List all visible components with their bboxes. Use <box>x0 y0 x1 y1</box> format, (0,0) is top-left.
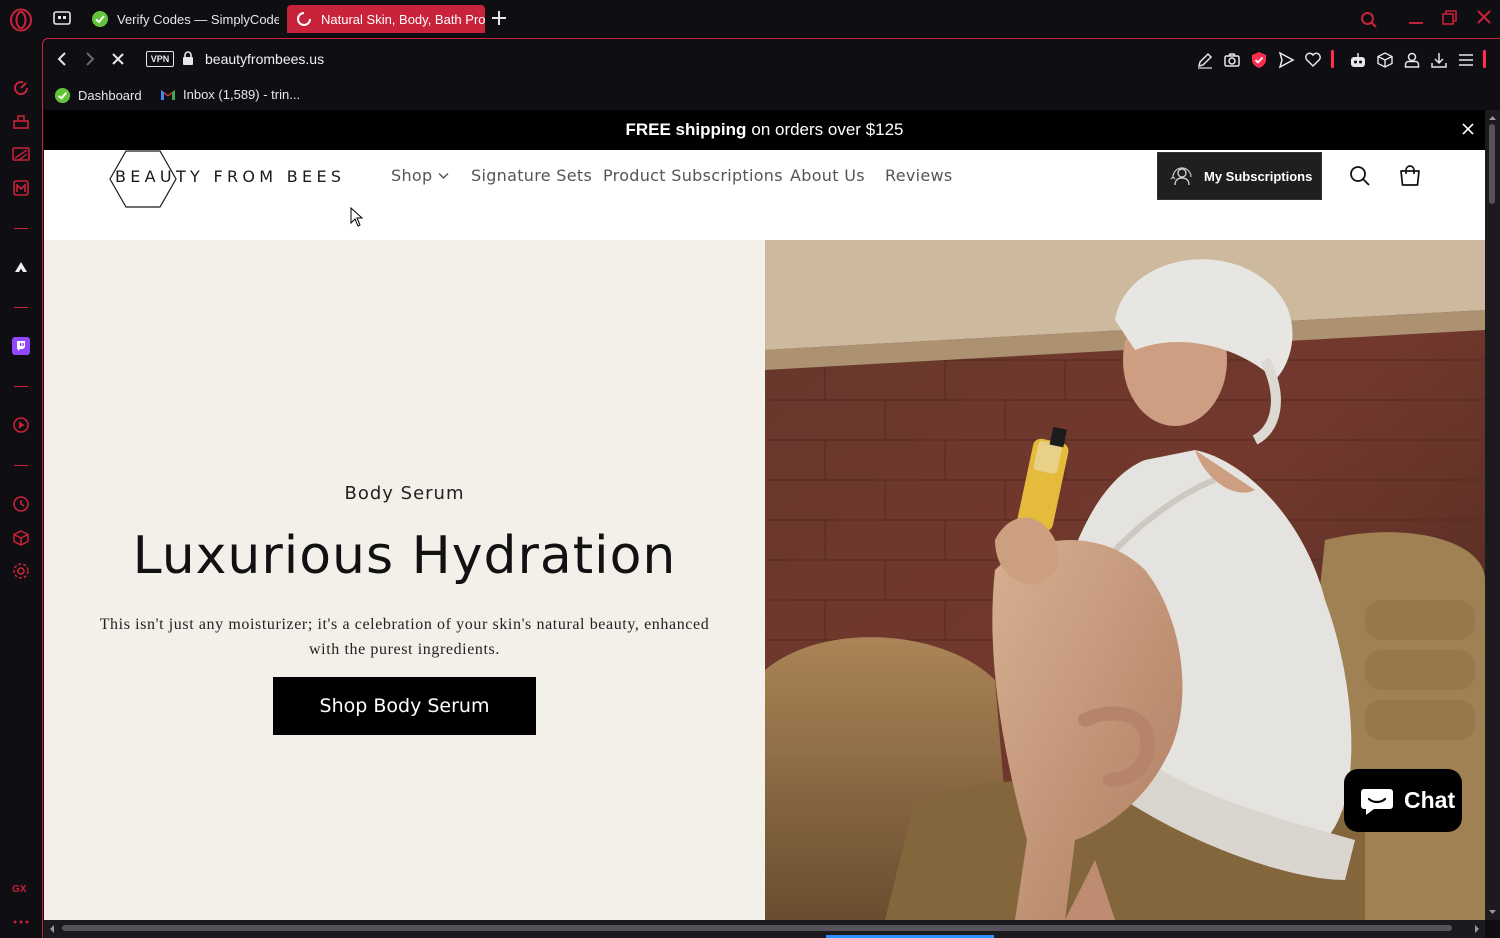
adblock-shield-icon[interactable] <box>1250 51 1268 69</box>
gx-control-icon[interactable] <box>11 78 31 98</box>
announcement-highlight: FREE shipping <box>625 120 747 139</box>
subscriptions-user-icon <box>1170 165 1194 187</box>
url-field[interactable]: beautyfrombees.us <box>205 51 324 67</box>
address-bar: VPN beautyfrombees.us <box>43 39 1500 81</box>
simplycodes-icon <box>54 87 71 104</box>
vertical-scroll-thumb[interactable] <box>1489 124 1495 204</box>
horizontal-scrollbar[interactable] <box>44 920 1485 938</box>
gx-corner-icon[interactable] <box>11 144 31 164</box>
hero-title: Luxurious Hydration <box>132 526 677 586</box>
back-arrow-icon[interactable] <box>55 51 69 67</box>
chat-bubble-icon <box>1360 786 1394 816</box>
aria-ai-icon[interactable] <box>11 257 31 277</box>
download-icon[interactable] <box>1430 51 1448 69</box>
easy-setup-menu-icon[interactable] <box>1457 51 1475 69</box>
extensions-box-icon[interactable] <box>1376 51 1394 69</box>
send-flow-icon[interactable] <box>1277 51 1295 69</box>
scroll-down-icon[interactable] <box>1485 906 1500 918</box>
nav-about-us[interactable]: About Us <box>790 166 865 185</box>
mouse-cursor-icon <box>350 207 364 227</box>
tab-simplycodes[interactable]: Verify Codes — SimplyCodes <box>83 5 279 33</box>
chevron-down-icon[interactable] <box>438 172 449 180</box>
gmail-icon <box>160 88 176 101</box>
search-icon[interactable] <box>1349 165 1371 187</box>
gx-logo-icon[interactable]: GX <box>11 878 31 898</box>
simplycodes-favicon-icon <box>91 10 109 28</box>
new-tab-plus-icon[interactable] <box>489 8 509 28</box>
close-window-icon[interactable] <box>1475 8 1493 28</box>
site-logo[interactable]: BEAUTY FROM BEES <box>108 150 358 210</box>
hero-eyebrow: Body Serum <box>344 483 465 504</box>
search-tabs-icon[interactable] <box>1360 11 1378 29</box>
bookmark-heart-icon[interactable] <box>1304 51 1322 69</box>
profile-user-icon[interactable] <box>1403 51 1421 69</box>
vpn-badge[interactable]: VPN <box>146 51 174 67</box>
svg-text:GX: GX <box>12 884 27 894</box>
toolbar-divider <box>1483 50 1486 68</box>
nav-shop[interactable]: Shop <box>391 166 432 185</box>
vertical-scrollbar[interactable] <box>1485 110 1500 920</box>
aria-robot-icon[interactable] <box>1349 51 1367 69</box>
site-header: BEAUTY FROM BEES Shop Signature Sets Pro… <box>44 150 1485 240</box>
bookmark-label: Dashboard <box>78 88 142 103</box>
bookmark-inbox[interactable]: Inbox (1,589) - trin... <box>160 87 300 102</box>
chat-button[interactable]: Chat <box>1344 769 1462 832</box>
chat-label: Chat <box>1404 787 1456 813</box>
close-announcement-icon[interactable] <box>1461 122 1475 136</box>
loading-spinner-icon <box>295 10 313 28</box>
scroll-left-icon[interactable] <box>46 920 58 938</box>
stop-loading-icon[interactable] <box>110 51 126 67</box>
tab-beauty-from-bees[interactable]: Natural Skin, Body, Bath Products <box>287 5 485 33</box>
scroll-up-icon[interactable] <box>1485 112 1500 124</box>
gx-cleaner-icon[interactable] <box>11 111 31 131</box>
nav-signature-sets[interactable]: Signature Sets <box>471 166 592 185</box>
settings-gear-icon[interactable] <box>11 561 31 581</box>
sidebar-separator <box>14 465 28 466</box>
more-dots-icon[interactable] <box>11 912 31 932</box>
tab-label: Verify Codes — SimplyCodes <box>117 11 279 27</box>
snapshot-camera-icon[interactable] <box>1223 51 1241 69</box>
lock-icon[interactable] <box>182 51 194 66</box>
bookmark-dashboard[interactable]: Dashboard <box>54 87 142 104</box>
edit-share-icon[interactable] <box>1196 51 1214 69</box>
sidebar-separator <box>14 386 28 387</box>
minimize-icon[interactable] <box>1407 8 1425 28</box>
sidebar: GX <box>0 38 42 938</box>
scroll-right-icon[interactable] <box>1471 920 1483 938</box>
toolbar-divider <box>1331 50 1334 68</box>
history-clock-icon[interactable] <box>11 494 31 514</box>
nav-product-subscriptions[interactable]: Product Subscriptions <box>603 166 783 185</box>
sidebar-separator <box>14 307 28 308</box>
bookmarks-bar: Dashboard Inbox (1,589) - trin... <box>43 81 1500 111</box>
announcement-text: on orders over $125 <box>751 120 904 139</box>
cart-icon[interactable] <box>1398 164 1422 188</box>
horizontal-scroll-thumb[interactable] <box>62 925 1452 931</box>
sidebar-separator <box>14 228 28 229</box>
my-subscriptions-label: My Subscriptions <box>1204 168 1313 184</box>
forward-arrow-icon[interactable] <box>83 51 97 67</box>
hero-text-panel: Body Serum Luxurious Hydration This isn'… <box>44 240 765 920</box>
my-subscriptions-button[interactable]: My Subscriptions <box>1157 152 1322 200</box>
logo-text: BEAUTY FROM BEES <box>115 167 346 186</box>
gx-mods-icon[interactable] <box>11 178 31 198</box>
extensions-cube-icon[interactable] <box>11 528 31 548</box>
player-icon[interactable] <box>11 415 31 435</box>
tab-bar: Verify Codes — SimplyCodes Natural Skin,… <box>0 0 1500 38</box>
restore-window-icon[interactable] <box>1441 8 1459 28</box>
web-page: FREE shipping on orders over $125 BEAUTY… <box>44 110 1485 920</box>
announcement-bar: FREE shipping on orders over $125 <box>44 110 1485 150</box>
tab-label: Natural Skin, Body, Bath Products <box>321 11 485 27</box>
bookmark-label: Inbox (1,589) - trin... <box>183 87 301 102</box>
nav-reviews[interactable]: Reviews <box>885 166 953 185</box>
opera-gx-logo-icon[interactable] <box>9 8 33 32</box>
tab-islands-icon[interactable] <box>53 10 71 26</box>
hero-description: This isn't just any moisturizer; it's a … <box>99 616 710 658</box>
shop-body-serum-button[interactable]: Shop Body Serum <box>273 677 536 735</box>
twitch-icon[interactable] <box>11 336 31 356</box>
